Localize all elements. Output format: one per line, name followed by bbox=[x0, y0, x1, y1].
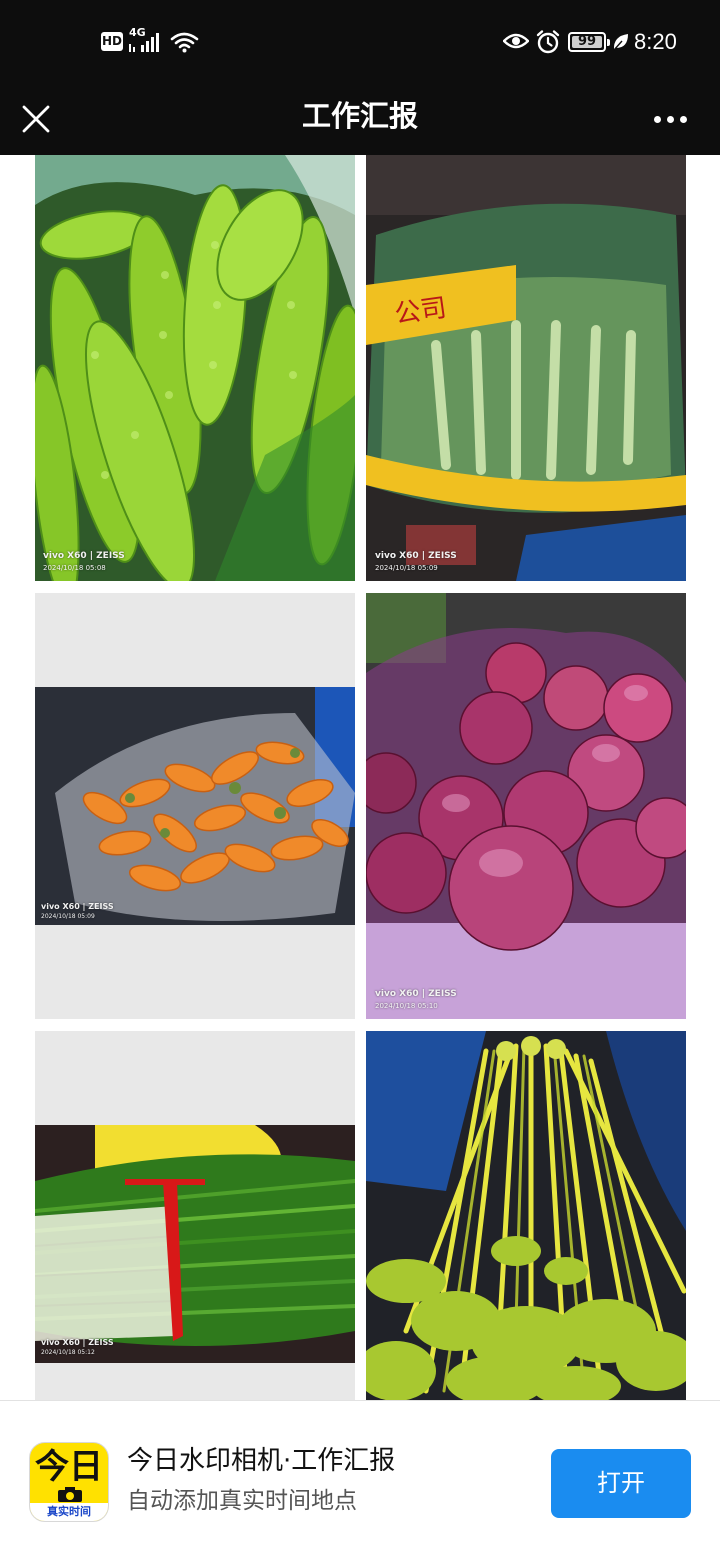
app-promo-banner[interactable]: 今日 真实时间 今日水印相机·工作汇报 自动添加真实时间地点 打开 bbox=[0, 1400, 720, 1560]
app-icon[interactable]: 今日 真实时间 bbox=[29, 1442, 109, 1522]
photo-watermark-timestamp: 2024/10/18 05:12 bbox=[41, 1349, 95, 1356]
signal-icon bbox=[129, 33, 159, 52]
close-icon bbox=[22, 105, 50, 133]
app-icon-text-top: 今日 bbox=[35, 1447, 103, 1487]
photo-green-onions[interactable]: vivo X60 | ZEISS 2024/10/18 05:12 bbox=[35, 1031, 355, 1400]
photo-bitter-melon[interactable]: vivo X60 | ZEISS 2024/10/18 05:08 bbox=[35, 155, 355, 581]
photo-celery-bunch[interactable] bbox=[366, 1031, 686, 1400]
photo-watermark-timestamp: 2024/10/18 05:09 bbox=[375, 564, 438, 572]
photo-watermark-camera: vivo X60 | ZEISS bbox=[43, 551, 125, 561]
photo-watermark-timestamp: 2024/10/18 05:10 bbox=[375, 1002, 438, 1010]
photo-packaged-celery[interactable]: 公司 vivo X60 | ZEISS 2024/10/18 05:09 bbox=[366, 155, 686, 581]
clock: 8:20 bbox=[634, 29, 677, 54]
photo-carrots[interactable]: vivo X60 | ZEISS 2024/10/18 05:09 bbox=[35, 593, 355, 1019]
status-bar: HD 4G 99 8:20 bbox=[0, 0, 720, 82]
banner-title: 今日水印相机·工作汇报 bbox=[127, 1446, 396, 1476]
photo-watermark-timestamp: 2024/10/18 05:09 bbox=[41, 913, 95, 920]
title-bar: 工作汇报 bbox=[0, 82, 720, 155]
photo-watermark-timestamp: 2024/10/18 05:08 bbox=[43, 564, 106, 572]
bitter-melon-image bbox=[35, 155, 355, 581]
close-button[interactable] bbox=[10, 90, 62, 146]
battery-icon: 99 bbox=[568, 32, 610, 52]
photo-watermark-camera: vivo X60 | ZEISS bbox=[41, 902, 114, 911]
alarm-icon bbox=[536, 30, 560, 54]
carrots-image bbox=[35, 593, 355, 1019]
photo-red-onions[interactable]: vivo X60 | ZEISS 2024/10/18 05:10 bbox=[366, 593, 686, 1019]
packaged-celery-image: 公司 bbox=[366, 155, 686, 581]
photo-watermark-camera: vivo X60 | ZEISS bbox=[41, 1338, 114, 1347]
red-onions-image bbox=[366, 593, 686, 1019]
photo-gallery: vivo X60 | ZEISS 2024/10/18 05:08 公司 viv… bbox=[0, 155, 720, 1400]
celery-bunch-image bbox=[366, 1031, 686, 1400]
banner-subtitle: 自动添加真实时间地点 bbox=[127, 1488, 357, 1514]
hd-badge: HD bbox=[101, 32, 123, 51]
page-title: 工作汇报 bbox=[301, 99, 418, 133]
photo-watermark-camera: vivo X60 | ZEISS bbox=[375, 551, 457, 561]
more-icon-dot bbox=[667, 116, 674, 123]
more-button[interactable] bbox=[645, 94, 697, 142]
more-icon-dot bbox=[680, 116, 687, 123]
app-icon-text-bottom: 真实时间 bbox=[30, 1503, 108, 1521]
leaf-icon bbox=[613, 34, 628, 51]
camera-icon bbox=[58, 1487, 82, 1502]
wifi-icon bbox=[170, 32, 199, 53]
eye-icon bbox=[503, 33, 529, 49]
photo-watermark-camera: vivo X60 | ZEISS bbox=[375, 989, 457, 999]
open-button[interactable]: 打开 bbox=[551, 1449, 691, 1518]
more-icon-dot bbox=[654, 116, 661, 123]
battery-level-text: 99 bbox=[577, 34, 597, 49]
